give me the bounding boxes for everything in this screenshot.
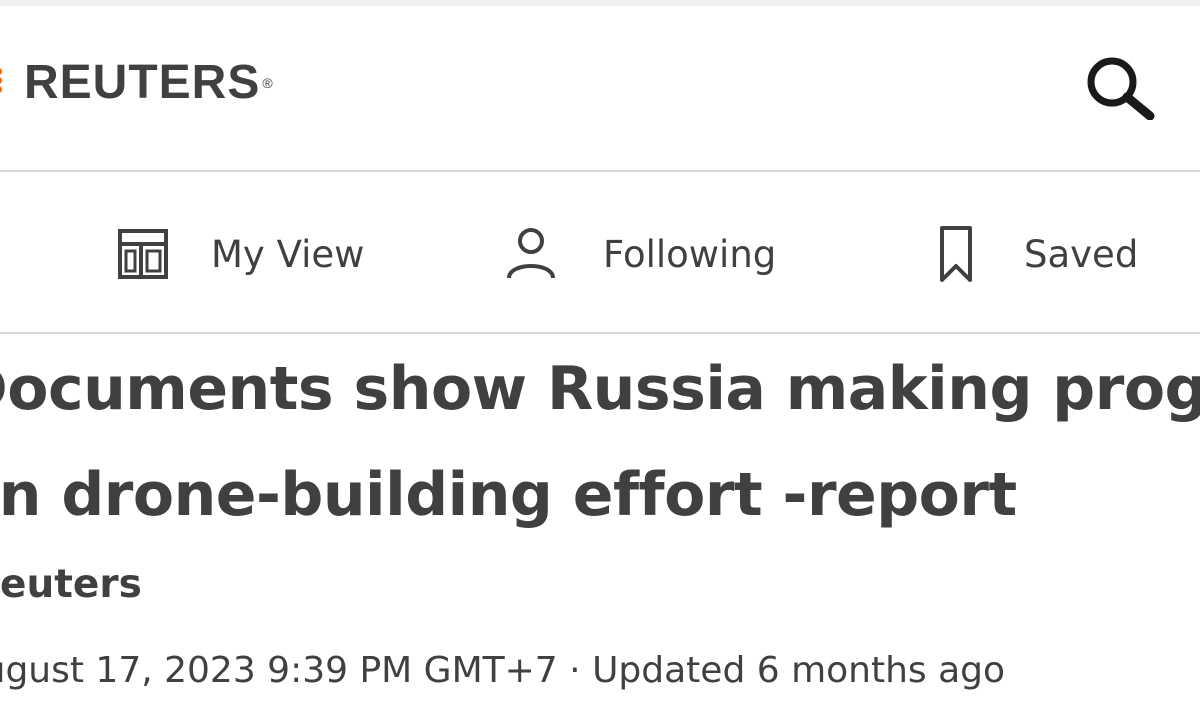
nav-item-my-view[interactable]: My View — [115, 222, 364, 286]
nav-divider — [0, 332, 1200, 334]
search-button[interactable] — [1082, 52, 1160, 121]
bookmark-icon — [928, 224, 984, 284]
nav-label-following: Following — [603, 232, 777, 276]
reuters-logo-dots-icon — [0, 68, 8, 98]
headline-line-1: Documents show Russia making progress — [0, 354, 1200, 424]
user-nav: My View Following Saved — [0, 172, 1200, 332]
registered-mark: ® — [262, 75, 273, 91]
date-separator: · — [569, 650, 581, 691]
article-headline: Documents show Russia making progress on… — [0, 336, 1200, 548]
updated-time: Updated 6 months ago — [592, 650, 1006, 691]
article-byline[interactable]: Reuters — [0, 562, 142, 607]
nav-label-saved: Saved — [1024, 232, 1139, 276]
reuters-wordmark: REUTERS — [24, 56, 261, 109]
search-icon — [1087, 57, 1155, 121]
nav-label-my-view: My View — [211, 232, 365, 276]
reuters-logo[interactable]: REUTERS ® — [0, 58, 273, 108]
nav-item-saved[interactable]: Saved — [928, 222, 1138, 286]
site-header: REUTERS ® — [0, 6, 1200, 170]
nav-item-following[interactable]: Following — [503, 222, 776, 286]
article-dateline: August 17, 2023 9:39 PM GMT+7 · Updated … — [0, 650, 1005, 691]
publish-date: August 17, 2023 9:39 PM GMT+7 — [0, 650, 558, 691]
headline-line-2: on drone-building effort -report — [0, 460, 1017, 530]
layout-icon — [115, 224, 171, 284]
person-icon — [503, 224, 559, 284]
reuters-article-page: REUTERS ® My View Following Saved ocumen… — [0, 0, 1200, 720]
